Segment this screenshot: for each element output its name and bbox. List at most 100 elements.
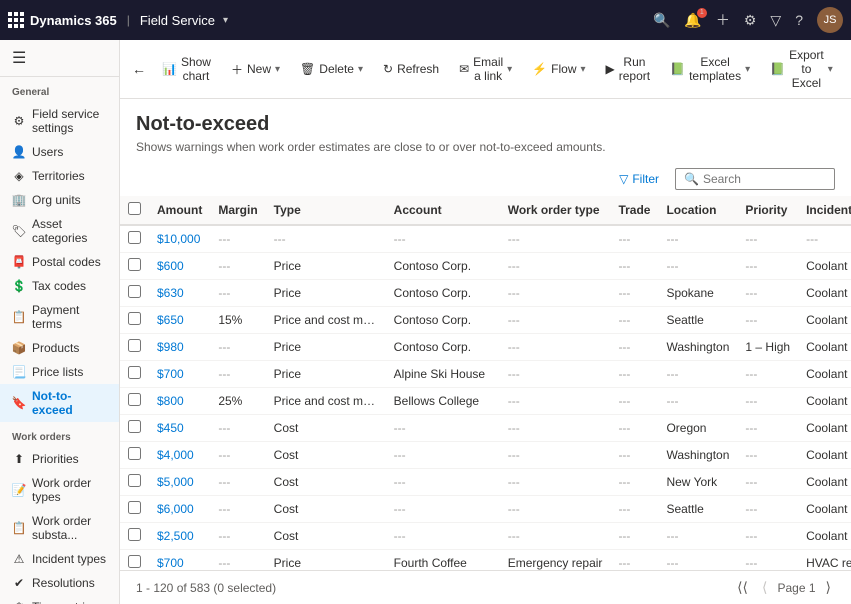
row-checkbox[interactable] — [128, 339, 141, 352]
sidebar-item-work-order-types[interactable]: 📝Work order types — [0, 471, 119, 509]
prev-page-button[interactable]: ⟨ — [758, 577, 771, 598]
email-link-button[interactable]: ✉ Email a link ▾ — [451, 51, 520, 87]
email-dropdown-icon[interactable]: ▾ — [507, 64, 512, 75]
flow-dropdown-icon[interactable]: ▾ — [581, 64, 586, 75]
sidebar-item-not-to-exceed[interactable]: 🔖Not-to-exceed — [0, 384, 119, 422]
row-checkbox[interactable] — [128, 393, 141, 406]
row-checkbox-cell[interactable] — [120, 253, 149, 280]
notification-icon[interactable]: 🔔1 — [684, 12, 701, 29]
delete-dropdown-icon[interactable]: ▾ — [358, 64, 363, 75]
sidebar-item-asset-categories[interactable]: 🏷Asset categories — [0, 212, 119, 250]
first-page-button[interactable]: ⟨⟨ — [733, 577, 752, 598]
more-button[interactable]: ⋯ — [845, 58, 851, 80]
row-checkbox-cell[interactable] — [120, 388, 149, 415]
row-checkbox[interactable] — [128, 285, 141, 298]
back-button[interactable]: ← — [132, 61, 146, 77]
row-checkbox[interactable] — [128, 258, 141, 271]
sidebar-item-incident-types[interactable]: ⚠Incident types — [0, 547, 119, 571]
user-avatar[interactable]: JS — [817, 7, 843, 33]
row-checkbox[interactable] — [128, 528, 141, 541]
select-all-checkbox[interactable] — [128, 202, 141, 215]
add-icon[interactable]: ＋ — [716, 10, 730, 30]
row-checkbox[interactable] — [128, 447, 141, 460]
col-trade[interactable]: Trade — [610, 196, 658, 225]
new-button[interactable]: ＋ New ▾ — [223, 57, 288, 82]
row-amount[interactable]: $5,000 — [149, 469, 210, 496]
sidebar-item-payment-terms[interactable]: 📋Payment terms — [0, 298, 119, 336]
sidebar-item-time-entries[interactable]: ⏱Time entries — [0, 595, 119, 604]
row-amount[interactable]: $10,000 — [149, 225, 210, 253]
search-icon[interactable]: 🔍 — [653, 12, 670, 29]
sidebar-item-territories[interactable]: ◈Territories — [0, 164, 119, 188]
row-checkbox-cell[interactable] — [120, 496, 149, 523]
export-dropdown-icon[interactable]: ▾ — [828, 64, 833, 75]
col-account[interactable]: Account — [386, 196, 500, 225]
row-checkbox[interactable] — [128, 312, 141, 325]
row-checkbox[interactable] — [128, 231, 141, 244]
next-page-button[interactable]: ⟩ — [822, 577, 835, 598]
run-report-button[interactable]: ▶ Run report — [598, 51, 659, 87]
col-priority[interactable]: Priority — [737, 196, 798, 225]
row-amount[interactable]: $650 — [149, 307, 210, 334]
row-checkbox-cell[interactable] — [120, 280, 149, 307]
sidebar-item-price-lists[interactable]: 📃Price lists — [0, 360, 119, 384]
col-location[interactable]: Location — [658, 196, 737, 225]
row-amount[interactable]: $4,000 — [149, 442, 210, 469]
sidebar-item-resolutions[interactable]: ✔Resolutions — [0, 571, 119, 595]
row-checkbox-cell[interactable] — [120, 469, 149, 496]
row-checkbox-cell[interactable] — [120, 523, 149, 550]
col-margin[interactable]: Margin — [210, 196, 265, 225]
hamburger-button[interactable]: ☰ — [0, 40, 119, 77]
row-checkbox-cell[interactable] — [120, 415, 149, 442]
show-chart-button[interactable]: 📊 Show chart — [154, 51, 219, 87]
col-work-order-type[interactable]: Work order type — [500, 196, 611, 225]
row-checkbox-cell[interactable] — [120, 442, 149, 469]
row-checkbox[interactable] — [128, 501, 141, 514]
refresh-button[interactable]: ↻ Refresh — [375, 58, 447, 80]
filter-button[interactable]: ▽ Filter — [611, 168, 667, 190]
settings-icon[interactable]: ⚙ — [744, 12, 757, 29]
module-name[interactable]: Field Service — [140, 13, 215, 28]
row-amount[interactable]: $800 — [149, 388, 210, 415]
row-amount[interactable]: $2,500 — [149, 523, 210, 550]
sidebar-item-priorities[interactable]: ⬆Priorities — [0, 447, 119, 471]
row-amount[interactable]: $600 — [149, 253, 210, 280]
filter-icon[interactable]: ▽ — [770, 12, 781, 29]
row-amount[interactable]: $630 — [149, 280, 210, 307]
sidebar-item-work-order-substatuses[interactable]: 📋Work order substa... — [0, 509, 119, 547]
row-checkbox[interactable] — [128, 366, 141, 379]
help-icon[interactable]: ? — [795, 12, 803, 28]
sidebar-item-users[interactable]: 👤Users — [0, 140, 119, 164]
sidebar-item-tax-codes[interactable]: 💲Tax codes — [0, 274, 119, 298]
row-amount[interactable]: $6,000 — [149, 496, 210, 523]
col-amount[interactable]: Amount — [149, 196, 210, 225]
row-amount[interactable]: $450 — [149, 415, 210, 442]
row-checkbox-cell[interactable] — [120, 334, 149, 361]
row-checkbox-cell[interactable] — [120, 550, 149, 571]
excel-templates-dropdown-icon[interactable]: ▾ — [745, 64, 750, 75]
search-box[interactable]: 🔍 — [675, 168, 835, 190]
new-dropdown-icon[interactable]: ▾ — [275, 64, 280, 75]
excel-templates-button[interactable]: 📗 Excel templates ▾ — [662, 51, 758, 87]
row-amount[interactable]: $980 — [149, 334, 210, 361]
delete-button[interactable]: 🗑 Delete ▾ — [292, 58, 371, 80]
sidebar-item-field-service-settings[interactable]: ⚙Field service settings — [0, 102, 119, 140]
row-checkbox-cell[interactable] — [120, 225, 149, 253]
row-checkbox[interactable] — [128, 555, 141, 568]
search-input[interactable] — [703, 172, 826, 186]
sidebar-item-org-units[interactable]: 🏢Org units — [0, 188, 119, 212]
app-logo[interactable]: Dynamics 365 — [8, 12, 117, 28]
row-checkbox[interactable] — [128, 420, 141, 433]
col-incident-type[interactable]: Incident type ↓ — [798, 196, 851, 225]
sidebar-item-products[interactable]: 📦Products — [0, 336, 119, 360]
col-type[interactable]: Type — [266, 196, 386, 225]
row-checkbox-cell[interactable] — [120, 361, 149, 388]
row-checkbox[interactable] — [128, 474, 141, 487]
row-amount[interactable]: $700 — [149, 361, 210, 388]
row-amount[interactable]: $700 — [149, 550, 210, 571]
sidebar-item-postal-codes[interactable]: 📮Postal codes — [0, 250, 119, 274]
export-excel-button[interactable]: 📗 Export to Excel ▾ — [762, 44, 841, 94]
flow-button[interactable]: ⚡ Flow ▾ — [524, 58, 593, 80]
row-checkbox-cell[interactable] — [120, 307, 149, 334]
col-checkbox[interactable] — [120, 196, 149, 225]
